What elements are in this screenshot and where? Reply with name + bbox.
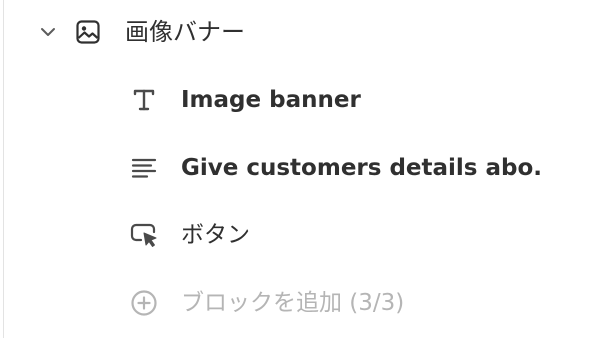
button-cursor-icon (128, 219, 160, 251)
add-block-button[interactable]: ブロックを追加 (3/3) (0, 277, 600, 329)
section-header-image-banner[interactable]: 画像バナー (0, 6, 600, 58)
block-label: Image banner (181, 87, 361, 113)
block-item-button[interactable]: ボタン (0, 209, 600, 261)
text-icon (128, 84, 160, 116)
block-item-text[interactable]: Give customers details abo... (0, 142, 600, 194)
block-label: Give customers details abo... (181, 155, 541, 181)
block-label: ボタン (181, 222, 250, 248)
section-title: 画像バナー (125, 18, 245, 46)
section-tree: 画像バナー Image banner Give customers detail… (0, 0, 600, 338)
align-left-icon (128, 152, 160, 184)
block-item-heading[interactable]: Image banner (0, 74, 600, 126)
add-block-label: ブロックを追加 (3/3) (181, 290, 405, 316)
chevron-down-icon[interactable] (34, 18, 62, 46)
image-icon (73, 17, 103, 47)
plus-circle-icon (128, 287, 160, 319)
